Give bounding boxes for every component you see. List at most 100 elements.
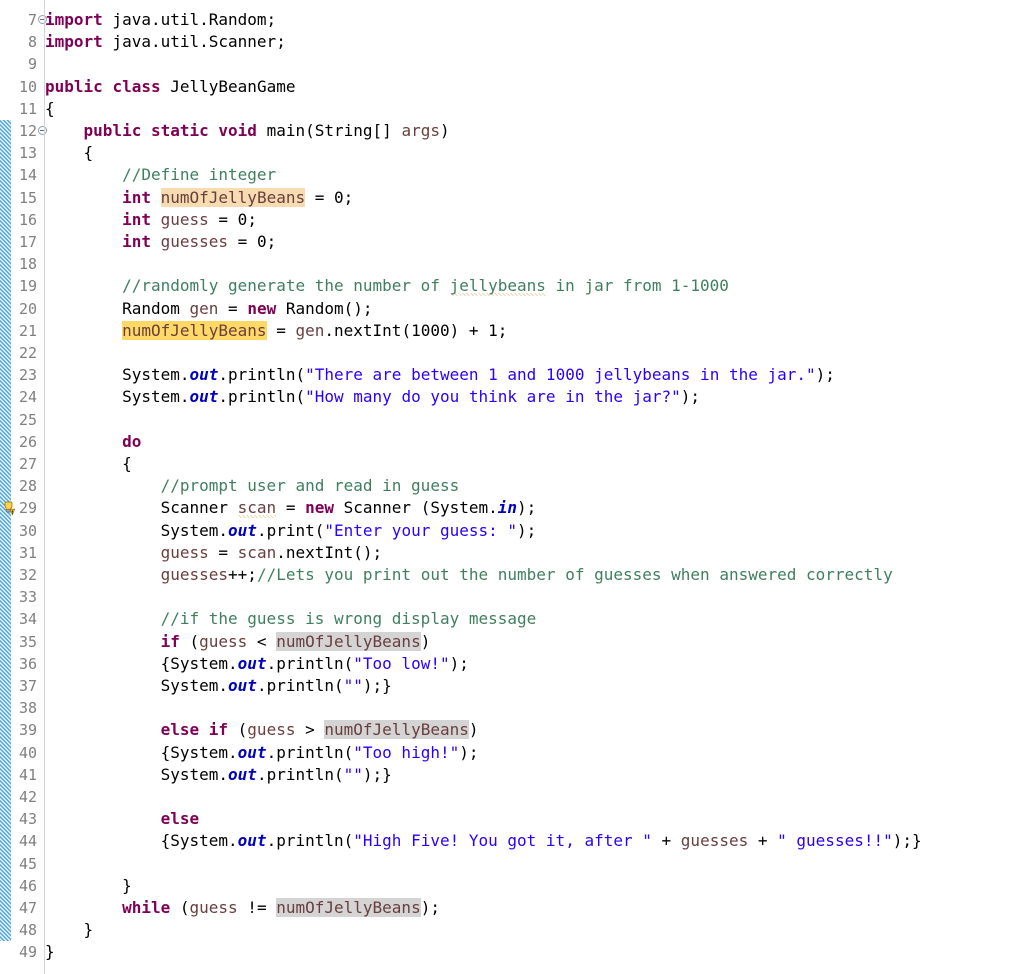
code-token: = [208, 542, 238, 562]
code-token: guess [247, 720, 296, 740]
code-line[interactable]: else [45, 808, 200, 830]
line-number: 12 [18, 122, 37, 140]
line-number: 28 [18, 477, 37, 496]
code-line[interactable]: System.out.println("How many do you thin… [45, 386, 700, 408]
code-line[interactable]: Random gen = new Random(); [45, 298, 372, 320]
code-token: JellyBeanGame [160, 76, 296, 96]
code-line[interactable]: System.out.print("Enter your guess: "); [45, 520, 537, 542]
line-number: 9 [27, 55, 37, 74]
code-token: guess [199, 631, 248, 651]
code-line[interactable]: {System.out.println("Too low!"); [45, 653, 469, 675]
code-token: System. [45, 365, 190, 385]
line-number: 16 [18, 210, 37, 229]
line-number: 19 [18, 277, 37, 296]
code-token: int [122, 209, 151, 229]
code-token: ) [468, 720, 479, 740]
code-token: guesses [160, 232, 229, 251]
line-number: 41 [18, 765, 37, 784]
code-line[interactable]: guess = scan.nextInt(); [45, 542, 383, 564]
code-line[interactable]: Scanner scan = new Scanner (System.in); [45, 497, 536, 519]
code-token: int [122, 187, 151, 207]
code-line[interactable]: //prompt user and read in guess [45, 475, 460, 497]
code-token: .println( [266, 831, 354, 851]
code-line[interactable] [45, 697, 55, 719]
code-line[interactable]: int guess = 0; [45, 209, 257, 231]
code-token: ); [449, 653, 469, 673]
code-token: "There are between 1 and 1000 jellybeans… [305, 365, 816, 385]
code-token: + [651, 831, 681, 851]
code-line[interactable]: System.out.println("There are between 1 … [45, 364, 835, 386]
code-token: = 0; [228, 232, 277, 251]
code-line[interactable] [45, 342, 55, 364]
occurrence-highlight: numOfJellyBeans [160, 187, 306, 207]
code-token: ( [170, 898, 190, 917]
code-token: import [45, 32, 103, 52]
code-line[interactable]: { [45, 453, 132, 475]
code-line[interactable]: } [45, 919, 94, 941]
code-line[interactable] [45, 409, 55, 431]
code-line[interactable] [45, 853, 55, 875]
line-number: 25 [18, 410, 37, 429]
code-line[interactable]: } [45, 875, 132, 897]
code-token: guesses [160, 565, 229, 584]
code-token: > [295, 720, 325, 740]
occurrence-highlight: numOfJellyBeans [276, 898, 421, 917]
code-line[interactable]: else if (guess > numOfJellyBeans) [45, 719, 479, 741]
code-line[interactable]: int guesses = 0; [45, 231, 276, 253]
code-line[interactable]: System.out.println("");} [45, 675, 392, 697]
code-token: } [45, 875, 132, 895]
code-line[interactable]: //if the guess is wrong display message [45, 608, 537, 630]
code-token: } [45, 942, 55, 962]
code-line[interactable]: int numOfJellyBeans = 0; [45, 187, 353, 209]
code-token: ); [517, 520, 537, 540]
code-line[interactable]: import java.util.Scanner; [45, 31, 286, 53]
code-line[interactable]: { [45, 98, 55, 120]
code-line[interactable]: {System.out.println("Too high!"); [45, 742, 479, 764]
code-line[interactable] [45, 786, 55, 808]
code-line[interactable]: while (guess != numOfJellyBeans); [45, 897, 440, 919]
code-line[interactable] [45, 586, 55, 608]
code-token: out [237, 653, 267, 673]
warning-lightbulb-icon[interactable] [1, 500, 17, 517]
code-line[interactable] [45, 53, 55, 75]
line-number: 40 [18, 743, 37, 762]
code-token: out [237, 831, 267, 851]
code-line[interactable]: } [45, 941, 55, 963]
code-line[interactable]: numOfJellyBeans = gen.nextInt(1000) + 1; [45, 320, 507, 342]
code-line[interactable]: //randomly generate the number of jellyb… [45, 275, 729, 297]
code-line[interactable]: System.out.println("");} [45, 764, 392, 786]
code-token: out [189, 387, 219, 407]
code-line[interactable]: do [45, 431, 141, 453]
code-text-area[interactable]: import java.util.Random; import java.util… [45, 0, 1024, 974]
code-line[interactable]: import java.util.Random; [45, 9, 276, 31]
code-token: else [160, 809, 200, 829]
code-token: .println( [266, 742, 354, 762]
code-line[interactable] [45, 253, 55, 275]
code-token: ) [420, 631, 431, 651]
code-token: gen [295, 320, 325, 340]
code-line[interactable]: public static void main(String[] args) [45, 120, 450, 142]
line-number: 32 [18, 566, 37, 584]
code-token: new [247, 298, 277, 318]
code-token: );} [362, 676, 392, 695]
code-line[interactable]: public class JellyBeanGame [45, 76, 295, 98]
code-line[interactable]: { [45, 142, 94, 164]
code-token: scan [237, 542, 277, 562]
java-source-editor[interactable]: 7 8 9 10 11 12 13 14 15 16 17 18 19 20 21 22 23 24 25 26 27 2… [0, 0, 1024, 974]
code-line[interactable]: //Define integer [45, 164, 276, 186]
line-number: 10 [18, 77, 37, 96]
code-token: class [112, 76, 161, 96]
code-line[interactable]: guesses++;//Lets you print out the numbe… [45, 564, 893, 586]
editor-gutter[interactable]: 7 8 9 10 11 12 13 14 15 16 17 18 19 20 21 22 23 24 25 26 27 2… [0, 0, 47, 974]
code-line[interactable]: if (guess < numOfJellyBeans) [45, 631, 430, 653]
line-number: 13 [18, 144, 37, 163]
line-number: 35 [18, 632, 37, 651]
code-token: System. [45, 387, 190, 407]
line-number: 48 [18, 921, 37, 940]
code-line[interactable]: {System.out.println("High Five! You got … [45, 830, 922, 852]
